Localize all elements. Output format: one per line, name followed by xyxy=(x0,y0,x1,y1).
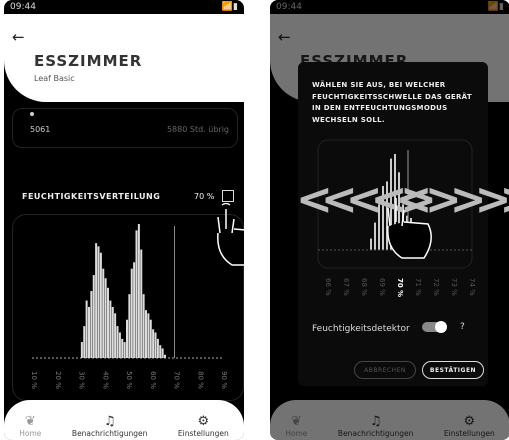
nav-settings-label: Einstellungen xyxy=(177,429,229,438)
nav-home[interactable]: ❦ Home xyxy=(19,414,42,439)
nav-settings[interactable]: ⚙ Einstellungen xyxy=(177,414,229,439)
phone-screen-main: 09:44 📶▮ ← ESSZIMMER Leaf Basic 5061 588… xyxy=(4,0,244,440)
phone-screen-modal: 09:44 📶▮ ← ESSZIMMER ❦ Home ♫ Benachrich… xyxy=(270,0,509,440)
hand-pointer-icon xyxy=(387,198,432,259)
nav-notifications-label: Benachrichtigungen xyxy=(71,429,148,438)
hand-pointer-icon xyxy=(217,202,244,266)
bottom-navigation: ❦ Home ♫ Benachrichtigungen ⚙ Einstellun… xyxy=(4,400,244,440)
leaf-icon: ❦ xyxy=(24,414,36,429)
bell-icon: ♫ xyxy=(103,414,116,429)
nav-home-label: Home xyxy=(19,429,42,438)
nav-notifications[interactable]: ♫ Benachrichtigungen xyxy=(71,414,148,439)
gear-icon: ⚙ xyxy=(197,414,210,429)
